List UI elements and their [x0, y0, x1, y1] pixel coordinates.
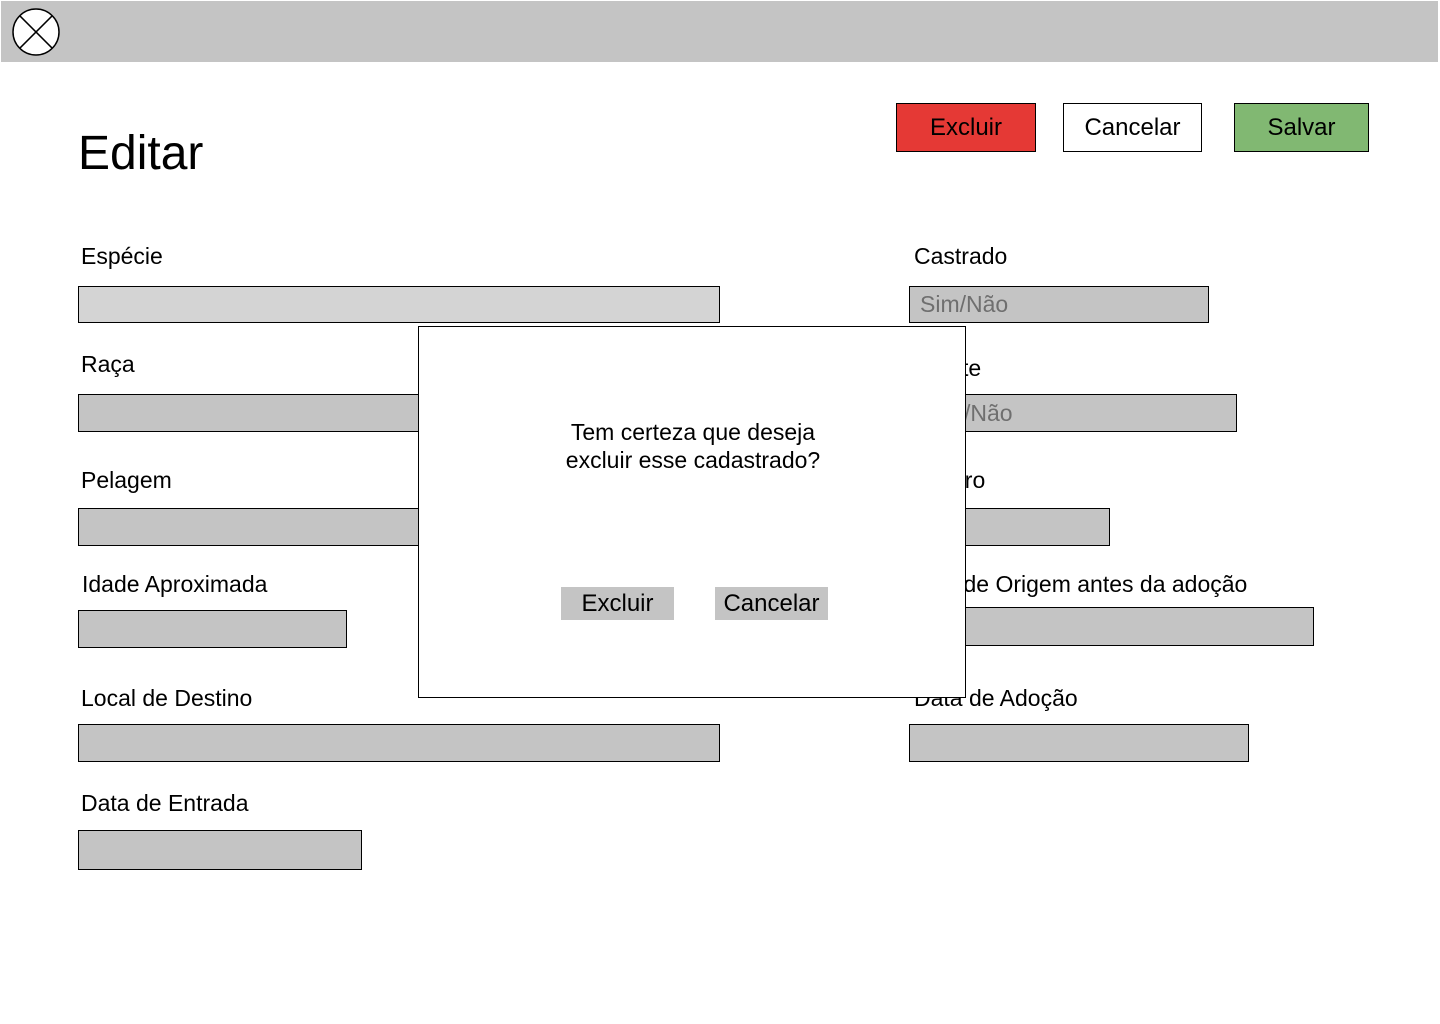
- dialog-cancel-button[interactable]: Cancelar: [715, 587, 828, 620]
- local-destino-label: Local de Destino: [81, 685, 253, 711]
- data-entrada-label: Data de Entrada: [81, 790, 249, 816]
- castrado-label: Castrado: [914, 243, 1008, 269]
- delete-button[interactable]: Excluir: [896, 103, 1036, 152]
- raca-label: Raça: [81, 351, 135, 377]
- local-destino-input[interactable]: [78, 724, 720, 762]
- data-adocao-input[interactable]: [909, 724, 1249, 762]
- castrado-input[interactable]: Sim/Não: [909, 286, 1209, 323]
- page-title: Editar: [78, 127, 204, 180]
- cancel-button[interactable]: Cancelar: [1063, 103, 1202, 152]
- idade-input[interactable]: [78, 610, 347, 648]
- close-circle-icon[interactable]: [12, 8, 60, 56]
- top-bar: [1, 1, 1438, 62]
- especie-label: Espécie: [81, 243, 163, 269]
- dialog-confirm-delete-button[interactable]: Excluir: [561, 587, 674, 620]
- local-origem-input[interactable]: [909, 607, 1314, 646]
- pelagem-label: Pelagem: [81, 467, 172, 493]
- especie-input[interactable]: [78, 286, 720, 323]
- idade-label: Idade Aproximada: [82, 571, 268, 597]
- data-entrada-input[interactable]: [78, 830, 362, 870]
- delete-confirm-dialog: Tem certeza que deseja excluir esse cada…: [418, 326, 966, 698]
- dialog-message: Tem certeza que deseja excluir esse cada…: [565, 419, 821, 473]
- save-button[interactable]: Salvar: [1234, 103, 1369, 152]
- local-origem-label: l de Origem antes da adoção: [952, 571, 1248, 597]
